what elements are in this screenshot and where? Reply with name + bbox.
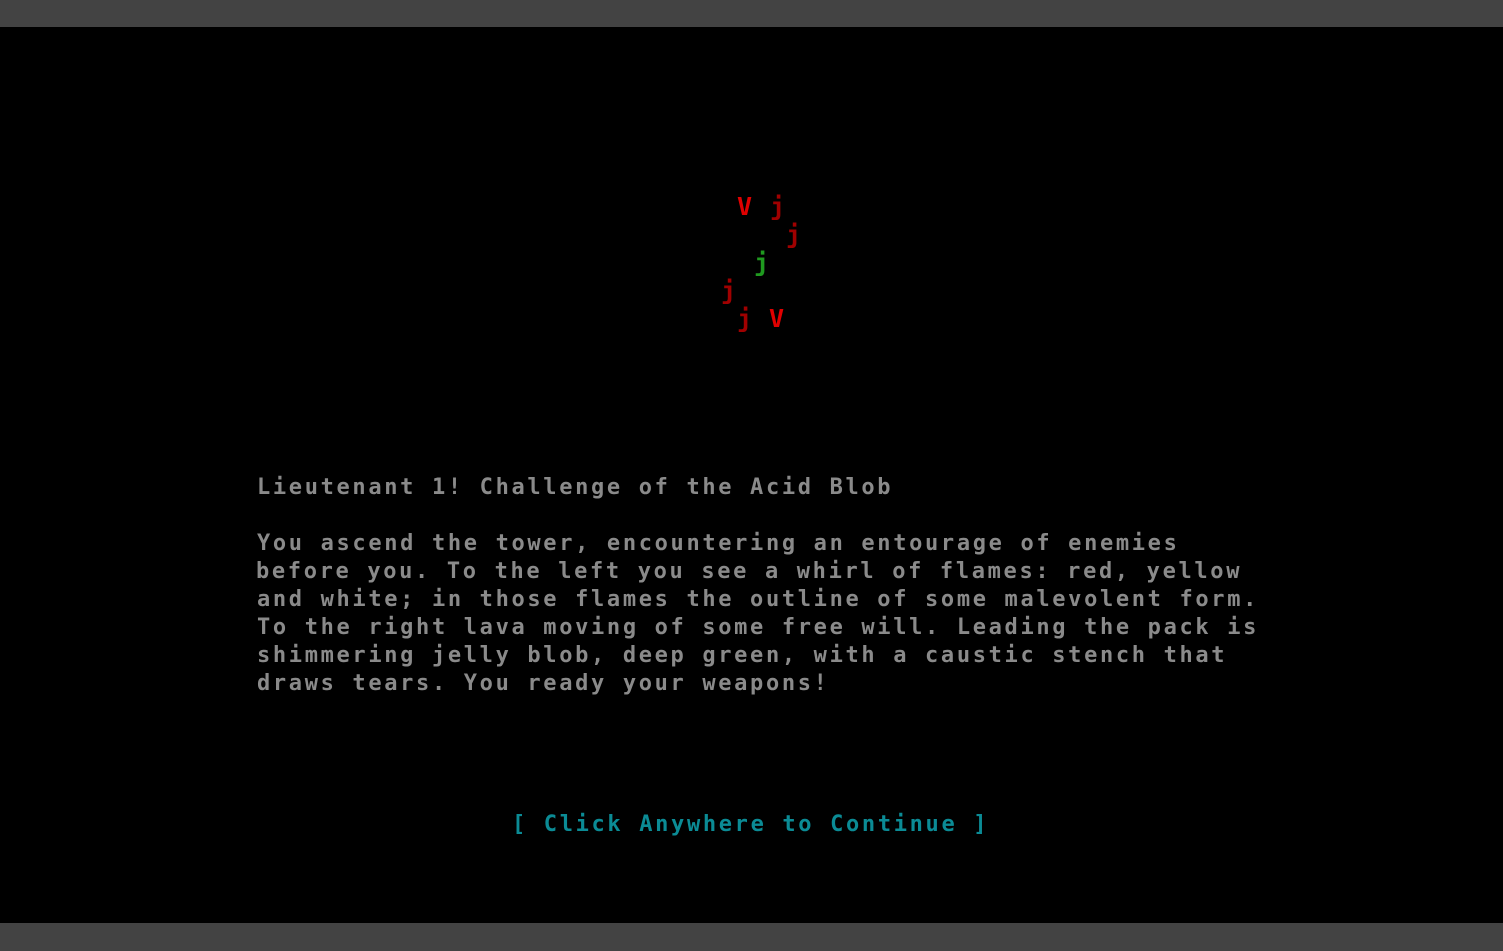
story-line: draws tears. You ready your weapons! (257, 671, 830, 696)
enemy-glyph: j (737, 304, 753, 333)
enemy-glyph: j (754, 248, 770, 277)
continue-prompt[interactable]: [ Click Anywhere to Continue ] (512, 811, 989, 839)
enemy-glyph: j (721, 276, 737, 305)
story-line: and white; in those flames the outline o… (257, 587, 1260, 612)
game-screen[interactable]: V j j j j j V Lieutenant 1! Challenge of… (0, 27, 1503, 923)
level-title: Lieutenant 1! Challenge of the Acid Blob (257, 475, 894, 500)
enemy-glyph: j (786, 220, 802, 249)
enemy-glyph: V (737, 192, 753, 221)
story-line: before you. To the left you see a whirl … (256, 559, 1243, 584)
enemy-glyph: V (769, 304, 785, 333)
enemy-glyph: j (770, 192, 786, 221)
story-line: You ascend the tower, encountering an en… (257, 531, 1180, 556)
story-line: shimmering jelly blob, deep green, with … (257, 643, 1228, 668)
story-line: To the right lava moving of some free wi… (257, 615, 1260, 640)
